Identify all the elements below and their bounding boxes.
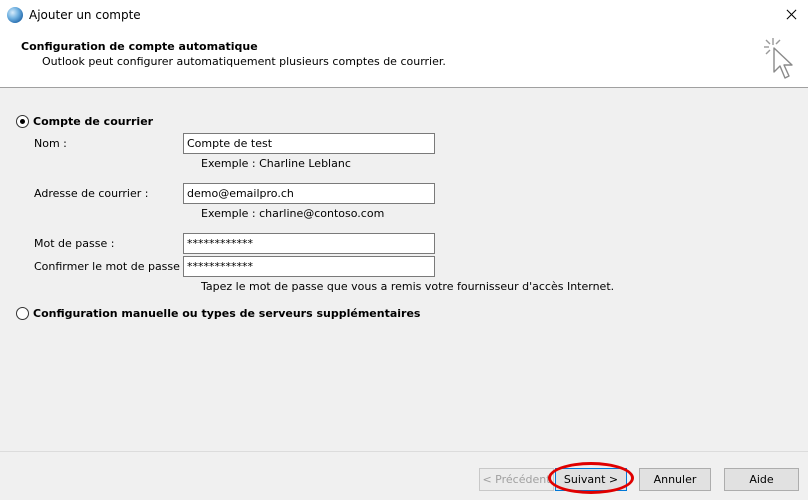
sparkle-cursor-icon — [764, 38, 793, 79]
email-input[interactable]: demo@emailpro.ch — [183, 183, 435, 204]
name-label: Nom : — [34, 137, 67, 150]
wizard-content: Compte de courrier Nom : Compte de test … — [0, 89, 808, 451]
email-hint: Exemple : charline@contoso.com — [201, 207, 385, 220]
manual-config-radio[interactable] — [16, 307, 29, 320]
header-title: Configuration de compte automatique — [21, 40, 258, 53]
password-hint: Tapez le mot de passe que vous a remis v… — [201, 280, 615, 293]
window-title: Ajouter un compte — [29, 8, 141, 22]
wizard-header: Configuration de compte automatique Outl… — [0, 30, 808, 88]
cancel-button[interactable]: Annuler — [639, 468, 711, 491]
close-button[interactable] — [774, 0, 808, 30]
name-hint: Exemple : Charline Leblanc — [201, 157, 351, 170]
confirm-password-label: Confirmer le mot de passe : — [34, 260, 188, 273]
name-input[interactable]: Compte de test — [183, 133, 435, 154]
password-label: Mot de passe : — [34, 237, 115, 250]
help-button[interactable]: Aide — [724, 468, 799, 491]
outlook-globe-icon — [7, 7, 23, 23]
email-label: Adresse de courrier : — [34, 187, 149, 200]
confirm-password-input[interactable]: ************ — [183, 256, 435, 277]
title-bar: Ajouter un compte — [0, 0, 808, 30]
email-account-label: Compte de courrier — [33, 115, 154, 128]
manual-config-option[interactable]: Configuration manuelle ou types de serve… — [16, 307, 420, 320]
wizard-footer: < Précédent Suivant > Annuler Aide — [0, 451, 808, 500]
previous-button[interactable]: < Précédent — [479, 468, 554, 491]
manual-config-label: Configuration manuelle ou types de serve… — [33, 307, 421, 320]
header-subtitle: Outlook peut configurer automatiquement … — [42, 55, 446, 68]
password-input[interactable]: ************ — [183, 233, 435, 254]
next-button[interactable]: Suivant > — [555, 468, 627, 491]
email-account-option[interactable]: Compte de courrier — [16, 115, 153, 128]
email-account-radio[interactable] — [16, 115, 29, 128]
